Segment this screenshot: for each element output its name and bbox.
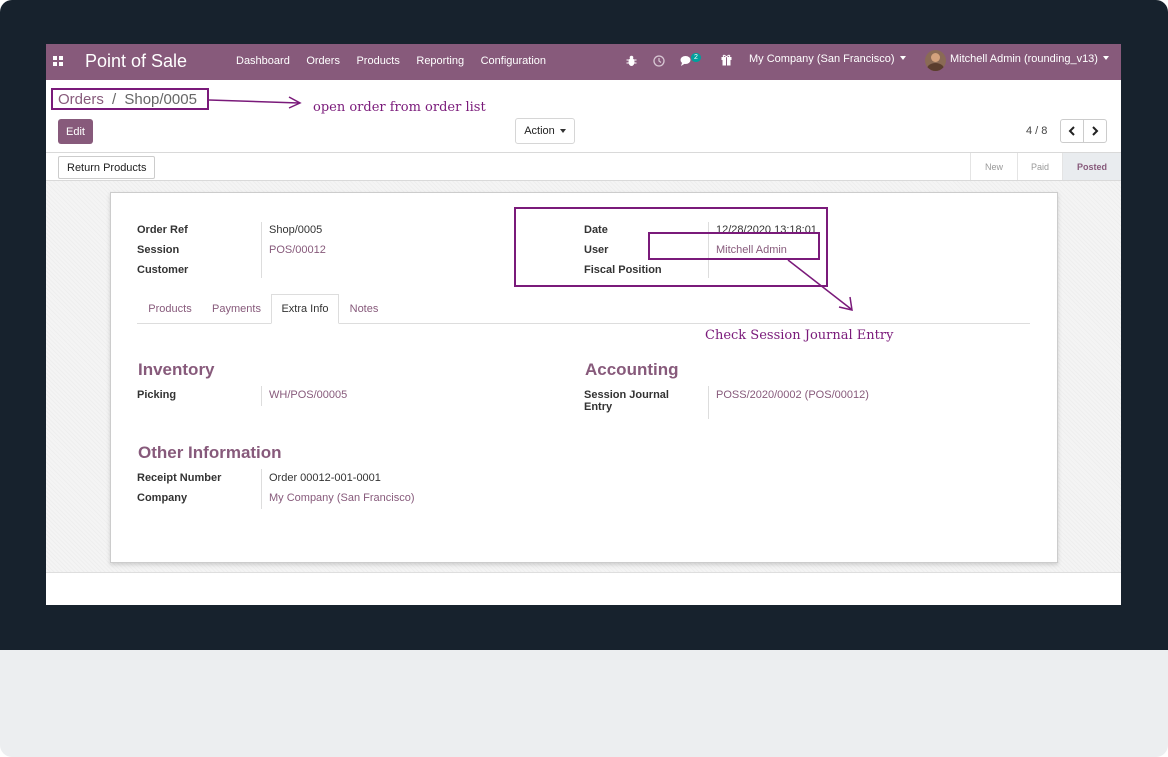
user-name: Mitchell Admin (rounding_v13) [950,53,1098,65]
edit-button[interactable]: Edit [58,119,93,144]
avatar[interactable] [925,50,946,71]
tab-notes[interactable]: Notes [339,294,389,323]
session-journal-link[interactable]: POSS/2020/0002 (POS/00012) [716,389,869,401]
annotation-arrow-right-icon [209,96,302,109]
breadcrumb-current: Shop/0005 [124,91,197,108]
annotation-arrow-down-icon [787,259,853,311]
clock-icon[interactable] [653,55,665,67]
chevron-left-icon [1068,126,1075,136]
pager-next-button[interactable] [1083,119,1107,143]
notebook-tabs: Products Payments Extra Info Notes [137,294,1030,324]
company-label: Company [137,492,188,504]
accounting-title: Accounting [585,360,679,379]
chevron-right-icon [1092,126,1099,136]
customer-label: Customer [137,264,189,276]
annotation-check-journal: Check Session Journal Entry [705,328,894,343]
pager-value: 4 / 8 [1026,125,1048,137]
tab-extra-info[interactable]: Extra Info [271,294,339,324]
chevron-down-icon [899,56,906,60]
divider [261,386,262,406]
divider [261,222,262,278]
return-products-button[interactable]: Return Products [58,156,156,179]
top-navbar: Point of Sale Dashboard Orders Products … [46,44,1121,80]
stage-new[interactable]: New [970,153,1017,180]
picking-label: Picking [137,389,177,401]
apps-grid-icon[interactable] [53,56,64,67]
menu-item-products[interactable]: Products [356,55,399,67]
breadcrumb-orders-link[interactable]: Orders [58,91,104,108]
annotation-open-order: open order from order list [313,100,486,115]
session-link[interactable]: POS/00012 [269,244,326,256]
order-ref-value: Shop/0005 [269,224,323,236]
inventory-title: Inventory [138,360,215,379]
menu-item-orders[interactable]: Orders [306,55,340,67]
receipt-number-label: Receipt Number [137,472,222,484]
screen: Point of Sale Dashboard Orders Products … [46,44,1121,605]
company-switcher[interactable]: My Company (San Francisco) [749,53,906,65]
app-title: Point of Sale [85,51,188,71]
company-link[interactable]: My Company (San Francisco) [269,492,415,504]
status-bar: Return Products New Paid Posted [46,152,1121,181]
session-label: Session [137,244,180,256]
company-name: My Company (San Francisco) [749,53,895,65]
receipt-number-value: Order 00012-001-0001 [269,472,381,484]
breadcrumb-separator: / [112,91,117,108]
session-journal-label-line1: Session Journal [584,389,669,401]
main-menu: Dashboard Orders Products Reporting Conf… [236,55,563,67]
stage-posted[interactable]: Posted [1062,153,1121,180]
menu-item-dashboard[interactable]: Dashboard [236,55,290,67]
tab-products[interactable]: Products [137,294,203,323]
action-label: Action [524,125,555,137]
session-journal-label: Session Journal Entry [584,389,669,413]
breadcrumb: Orders / Shop/0005 [58,91,197,108]
stage-bar: New Paid Posted [970,153,1121,180]
bug-icon[interactable] [626,55,637,67]
stage-paid[interactable]: Paid [1017,153,1062,180]
annotation-box-journal-entry [648,232,820,260]
picking-link[interactable]: WH/POS/00005 [269,389,347,401]
menu-item-configuration[interactable]: Configuration [481,55,546,67]
divider [46,572,1121,573]
divider [708,386,709,419]
other-info-title: Other Information [138,443,282,462]
user-menu[interactable]: Mitchell Admin (rounding_v13) [950,53,1109,65]
chevron-down-icon [559,129,566,133]
messages-badge: 2 [691,53,701,62]
gift-icon[interactable] [721,54,732,66]
chevron-down-icon [1102,56,1109,60]
tab-payments[interactable]: Payments [203,294,270,323]
divider [261,469,262,509]
monitor-stand [0,650,1168,757]
session-journal-label-line2: Entry [584,401,613,413]
pager-previous-button[interactable] [1060,119,1084,143]
order-ref-label: Order Ref [137,224,188,236]
action-dropdown[interactable]: Action [515,118,575,144]
menu-item-reporting[interactable]: Reporting [416,55,464,67]
